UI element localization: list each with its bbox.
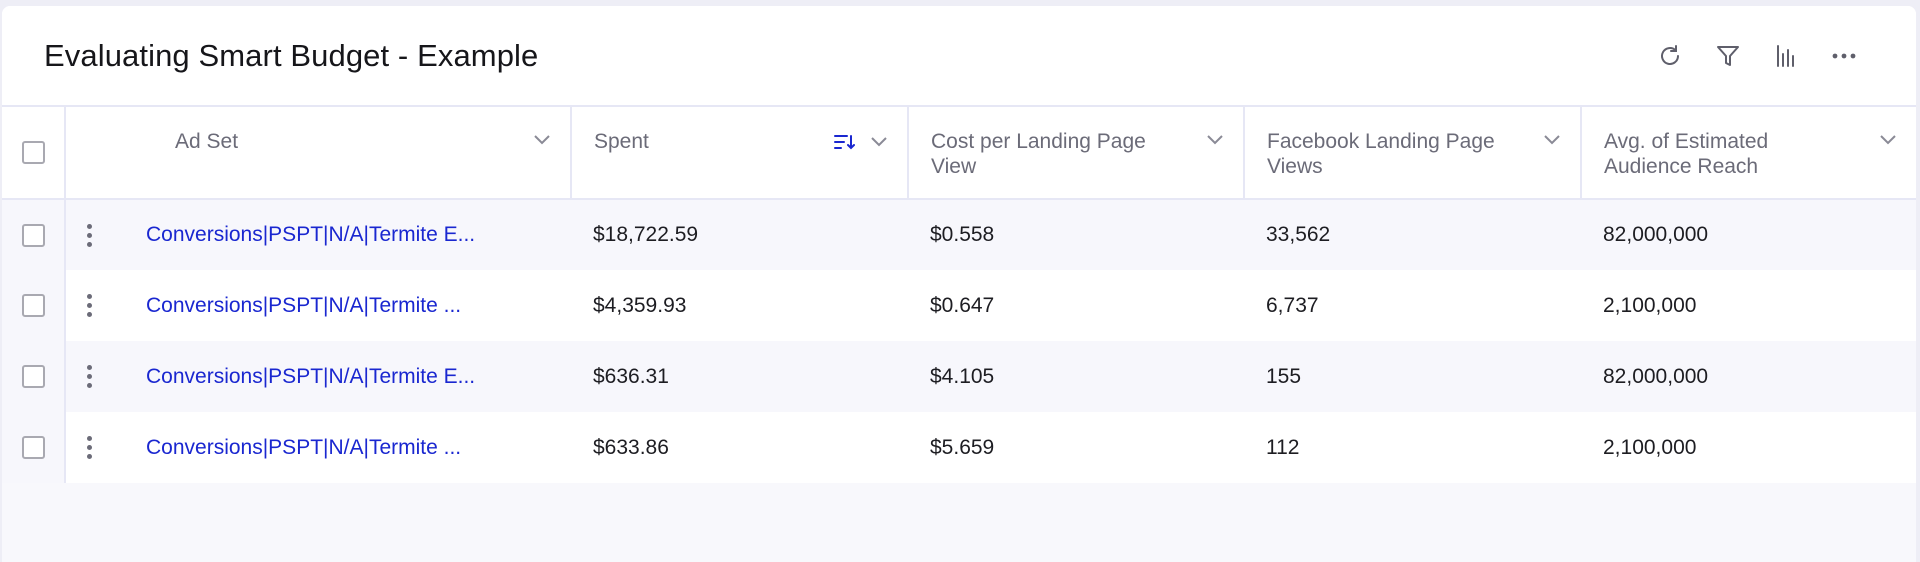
- widget-header: Evaluating Smart Budget - Example: [2, 6, 1916, 107]
- fb-lpv-cell: 112: [1244, 412, 1581, 483]
- bar-chart-icon: [1777, 44, 1794, 67]
- widget-toolbar: [1656, 42, 1874, 70]
- column-label: Facebook Landing Page Views: [1267, 130, 1495, 178]
- row-checkbox[interactable]: [22, 223, 45, 247]
- spent-cell: $633.86: [571, 412, 908, 483]
- column-header-cost-per-landing-page-view[interactable]: Cost per Landing Page View: [908, 107, 1245, 200]
- table-header-row: Ad Set Spent Cost per Landing Page View …: [2, 107, 1916, 200]
- select-all-cell: [2, 107, 66, 200]
- spent-cell: $18,722.59: [571, 199, 908, 270]
- data-table: Ad Set Spent Cost per Landing Page View …: [2, 107, 1916, 483]
- column-header-facebook-landing-page-views[interactable]: Facebook Landing Page Views: [1244, 107, 1582, 200]
- row-select-cell: [2, 199, 66, 270]
- column-header-spent[interactable]: Spent: [571, 107, 909, 200]
- audience-reach-cell: 2,100,000: [1581, 412, 1916, 483]
- audience-reach-cell: 2,100,000: [1581, 270, 1916, 341]
- row-menu-icon[interactable]: [74, 436, 104, 459]
- column-label: Avg. of Estimated Audience Reach: [1604, 130, 1769, 178]
- refresh-icon: [1661, 44, 1679, 65]
- column-label: Cost per Landing Page View: [931, 130, 1146, 178]
- more-horizontal-icon: [1832, 53, 1856, 58]
- column-header-ad-set[interactable]: Ad Set: [65, 107, 572, 200]
- cost-per-lpv-cell: $0.558: [908, 199, 1244, 270]
- table-row: Conversions|PSPT|N/A|Termite E... $636.3…: [2, 341, 1916, 412]
- row-menu-icon[interactable]: [74, 294, 104, 317]
- row-menu-icon[interactable]: [74, 365, 104, 388]
- row-checkbox[interactable]: [22, 365, 45, 389]
- row-checkbox[interactable]: [22, 294, 45, 318]
- ad-set-cell: Conversions|PSPT|N/A|Termite ...: [65, 270, 571, 341]
- audience-reach-cell: 82,000,000: [1581, 341, 1916, 412]
- refresh-button[interactable]: [1656, 42, 1684, 70]
- cost-per-lpv-cell: $5.659: [908, 412, 1244, 483]
- select-all-checkbox[interactable]: [22, 141, 45, 164]
- chart-view-button[interactable]: [1772, 42, 1800, 70]
- row-select-cell: [2, 412, 66, 483]
- ad-set-cell: Conversions|PSPT|N/A|Termite ...: [65, 412, 571, 483]
- ad-set-link[interactable]: Conversions|PSPT|N/A|Termite E...: [146, 223, 475, 247]
- row-select-cell: [2, 341, 66, 412]
- ad-set-link[interactable]: Conversions|PSPT|N/A|Termite ...: [146, 294, 461, 318]
- chevron-down-icon[interactable]: [1205, 133, 1225, 147]
- row-checkbox[interactable]: [22, 436, 45, 460]
- table-row: Conversions|PSPT|N/A|Termite E... $18,72…: [2, 199, 1916, 270]
- audience-reach-cell: 82,000,000: [1581, 199, 1916, 270]
- chevron-down-icon[interactable]: [1542, 133, 1562, 147]
- table-row: Conversions|PSPT|N/A|Termite ... $633.86…: [2, 412, 1916, 483]
- sort-descending-icon[interactable]: [833, 133, 855, 151]
- chevron-down-icon[interactable]: [869, 135, 889, 149]
- spent-cell: $4,359.93: [571, 270, 908, 341]
- column-label: Spent: [594, 130, 649, 153]
- ad-set-cell: Conversions|PSPT|N/A|Termite E...: [65, 199, 571, 270]
- filter-icon: [1717, 45, 1739, 66]
- column-header-audience-reach[interactable]: Avg. of Estimated Audience Reach: [1581, 107, 1916, 200]
- column-label: Ad Set: [175, 130, 239, 153]
- row-select-cell: [2, 270, 66, 341]
- chevron-down-icon[interactable]: [1878, 133, 1898, 147]
- fb-lpv-cell: 6,737: [1244, 270, 1581, 341]
- widget-title: Evaluating Smart Budget - Example: [44, 37, 539, 73]
- cost-per-lpv-cell: $0.647: [908, 270, 1244, 341]
- ad-set-link[interactable]: Conversions|PSPT|N/A|Termite E...: [146, 365, 475, 389]
- fb-lpv-cell: 155: [1244, 341, 1581, 412]
- ad-set-link[interactable]: Conversions|PSPT|N/A|Termite ...: [146, 436, 461, 460]
- fb-lpv-cell: 33,562: [1244, 199, 1581, 270]
- spent-cell: $636.31: [571, 341, 908, 412]
- filter-button[interactable]: [1714, 42, 1742, 70]
- cost-per-lpv-cell: $4.105: [908, 341, 1244, 412]
- table-row: Conversions|PSPT|N/A|Termite ... $4,359.…: [2, 270, 1916, 341]
- ad-set-cell: Conversions|PSPT|N/A|Termite E...: [65, 341, 571, 412]
- chevron-down-icon[interactable]: [532, 133, 552, 147]
- row-menu-icon[interactable]: [74, 223, 104, 247]
- table-widget: Evaluating Smart Budget - Example Ad Set…: [2, 6, 1916, 562]
- more-options-button[interactable]: [1830, 42, 1858, 70]
